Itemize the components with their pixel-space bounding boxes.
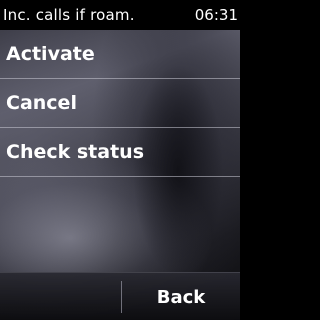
menu-item-label: Cancel: [6, 92, 77, 114]
menu-item-label: Check status: [6, 141, 145, 163]
softkey-bar: Back: [0, 272, 240, 320]
menu-item-label: Activate: [6, 43, 95, 65]
left-softkey[interactable]: [0, 273, 120, 320]
menu-item-cancel[interactable]: Cancel: [0, 79, 240, 128]
clock: 06:31: [194, 6, 238, 24]
option-list: Activate Cancel Check status: [0, 30, 240, 177]
menu-item-activate[interactable]: Activate: [0, 30, 240, 79]
screen-title: Inc. calls if roam.: [3, 6, 135, 24]
back-button[interactable]: Back: [122, 273, 240, 320]
phone-screen: Inc. calls if roam. 06:31 Activate Cance…: [0, 0, 240, 320]
status-bar: Inc. calls if roam. 06:31: [0, 0, 240, 30]
back-button-label: Back: [156, 287, 206, 308]
menu-item-check-status[interactable]: Check status: [0, 128, 240, 177]
